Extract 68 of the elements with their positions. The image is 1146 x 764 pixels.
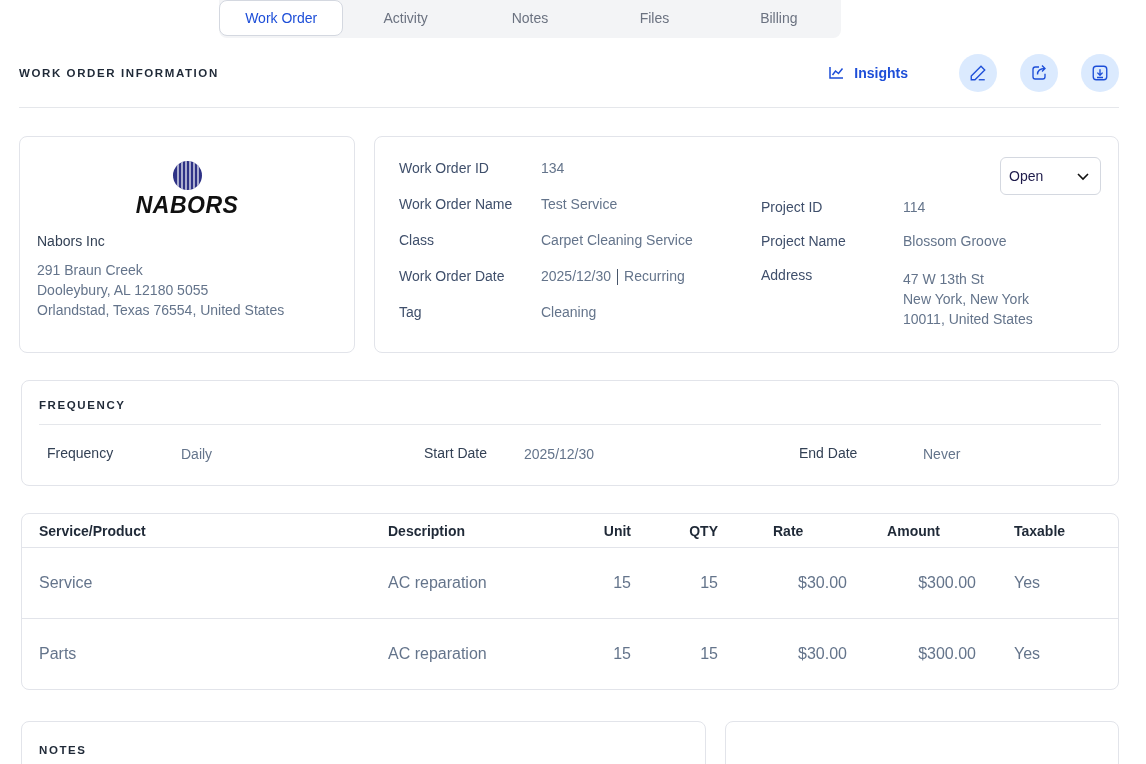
- logo-icon: [172, 161, 202, 190]
- field-value: 10011, United States: [903, 310, 1033, 329]
- field-label: Start Date: [424, 445, 489, 463]
- field-label: End Date: [799, 445, 859, 463]
- table-cell: AC reparation: [388, 645, 487, 662]
- tab[interactable]: Work Order: [219, 0, 344, 36]
- tab[interactable]: Notes: [467, 0, 593, 36]
- address-line: Dooleybury, AL 12180 5055: [37, 281, 210, 300]
- field-label: Work Order ID: [399, 159, 490, 177]
- table-cell: Yes: [1014, 645, 1041, 662]
- column-header: Description: [388, 522, 465, 539]
- field-value: 134: [541, 159, 566, 177]
- address-line: Orlandstad, Texas 76554, United States: [37, 301, 286, 320]
- table-cell: 15: [700, 645, 718, 662]
- table-cell: 15: [613, 574, 631, 591]
- field-value: 2025/12/30 Recurring: [541, 267, 686, 286]
- column-header: Rate: [773, 522, 804, 539]
- field-value: 2025/12/30: [524, 445, 595, 463]
- field-value: Never: [923, 445, 961, 463]
- table-cell: Parts: [39, 645, 77, 662]
- field-value: 114: [903, 198, 927, 216]
- field-label: Work Order Date: [399, 267, 506, 286]
- card-title: FREQUENCY: [39, 399, 1101, 425]
- field-value: 47 W 13th St: [903, 270, 985, 289]
- table-cell: Service: [39, 574, 93, 591]
- pencil-icon: [969, 63, 987, 82]
- field-label: Class: [399, 231, 435, 249]
- table-cell: AC reparation: [388, 574, 487, 591]
- field-value: New York, New York: [903, 290, 1031, 309]
- table-cell: $30.00: [798, 574, 847, 591]
- card-title: NOTES: [39, 744, 87, 756]
- table-cell: 15: [700, 574, 718, 591]
- column-header: QTY: [689, 522, 718, 539]
- logo-text: NABORS: [135, 192, 239, 219]
- field-value: Test Service: [541, 195, 619, 213]
- tab[interactable]: Billing: [716, 0, 842, 36]
- table-cell: $30.00: [798, 645, 847, 662]
- table-cell: Yes: [1014, 574, 1041, 591]
- field-value: Daily: [181, 445, 213, 463]
- line-chart-icon: [829, 66, 845, 79]
- download-icon: [1091, 63, 1109, 82]
- field-value: Cleaning: [541, 303, 598, 322]
- address-line: 291 Braun Creek: [37, 261, 144, 280]
- column-header: Taxable: [1014, 522, 1066, 539]
- column-header: Amount: [887, 522, 940, 539]
- edit-button[interactable]: [959, 53, 997, 92]
- share-icon: [1030, 63, 1048, 82]
- share-button[interactable]: [1020, 53, 1058, 92]
- tab[interactable]: Files: [592, 0, 717, 36]
- download-button[interactable]: [1081, 53, 1119, 92]
- status-select[interactable]: Open: [1000, 157, 1101, 195]
- field-label: Project Name: [761, 232, 847, 250]
- field-label: Address: [761, 266, 814, 285]
- field-label: Work Order Name: [399, 195, 514, 213]
- section-title: WORK ORDER INFORMATION: [19, 66, 219, 79]
- field-value: Carpet Cleaning Service: [541, 231, 694, 249]
- field-value: Blossom Groove: [903, 232, 1008, 250]
- field-label: Frequency: [47, 445, 115, 463]
- table-cell: $300.00: [918, 574, 976, 591]
- table-cell: 15: [613, 645, 631, 662]
- tab[interactable]: Activity: [343, 0, 468, 36]
- insights-button[interactable]: Insights: [829, 64, 908, 81]
- column-header: Service/Product: [39, 522, 146, 539]
- table-cell: $300.00: [918, 645, 976, 662]
- company-name: Nabors Inc: [37, 233, 106, 249]
- column-header: Unit: [603, 522, 631, 539]
- field-label: Tag: [399, 303, 423, 322]
- field-label: Project ID: [761, 198, 824, 216]
